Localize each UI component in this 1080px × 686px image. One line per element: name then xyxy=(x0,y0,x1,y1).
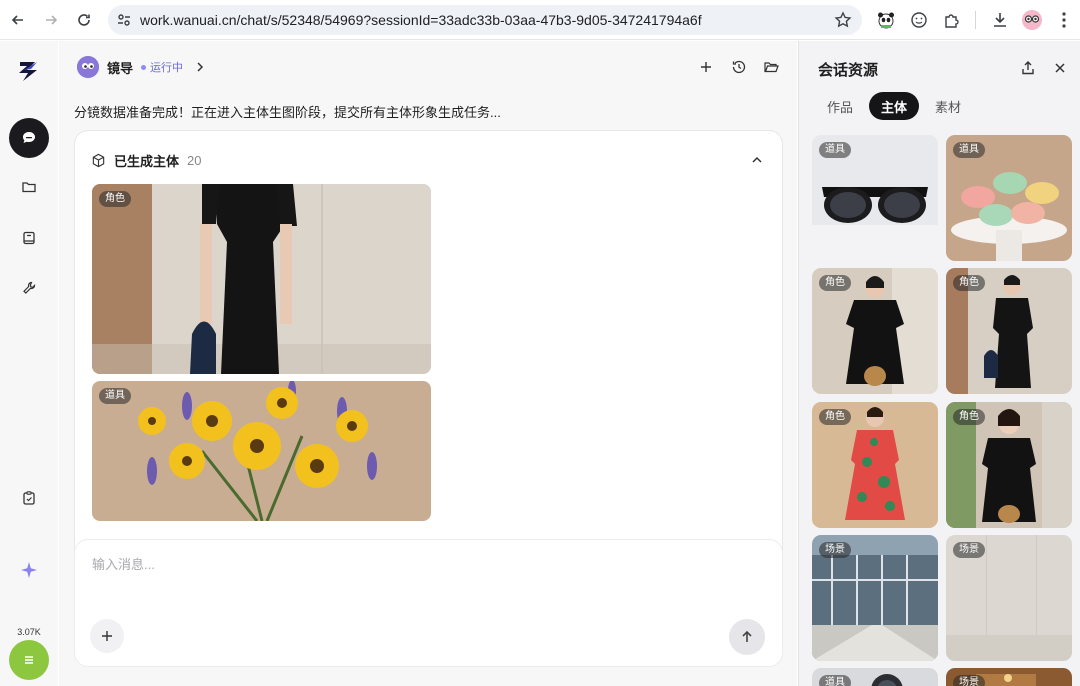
thumb-tag: 道具 xyxy=(819,675,851,686)
session-resources-panel: 会话资源 作品 主体 素材 道具 道具 角色 角色 角色 角色 场景 场景 道具… xyxy=(798,41,1080,686)
tab-subjects[interactable]: 主体 xyxy=(869,92,920,120)
agent-status: 运行中 xyxy=(150,62,184,74)
chat-nav-button[interactable] xyxy=(9,118,49,158)
panel-title: 会话资源 xyxy=(818,62,879,79)
subject-thumb-character[interactable]: 角色 xyxy=(92,184,431,374)
attach-button[interactable] xyxy=(90,619,124,653)
back-arrow-icon[interactable] xyxy=(6,8,30,32)
app-logo-icon[interactable] xyxy=(15,57,43,85)
extensions-puzzle-icon[interactable] xyxy=(941,9,963,31)
resource-tabs: 作品 主体 素材 xyxy=(815,92,977,120)
cube-icon xyxy=(92,153,105,167)
resource-item[interactable]: 道具 xyxy=(812,668,938,686)
thumb-tag: 道具 xyxy=(819,142,851,158)
resource-item[interactable]: 场景 xyxy=(946,535,1072,661)
left-nav-rail: 3.07K xyxy=(0,41,58,686)
thumb-tag: 道具 xyxy=(953,142,985,158)
reload-icon[interactable] xyxy=(72,8,96,32)
arrow-up-icon xyxy=(742,630,752,642)
tasks-nav-button[interactable] xyxy=(9,478,49,518)
tab-materials[interactable]: 素材 xyxy=(923,92,973,120)
agent-header[interactable]: 镜导 运行中 xyxy=(77,55,207,79)
agent-message: 分镜数据准备完成！正在进入主体生图阶段，提交所有主体形象生成任务... xyxy=(74,105,501,120)
black-dress-image xyxy=(92,184,431,374)
plus-icon xyxy=(102,631,112,641)
folder-open-icon[interactable] xyxy=(761,57,781,77)
resource-item[interactable]: 场景 xyxy=(812,535,938,661)
status-dot xyxy=(141,64,147,70)
address-bar[interactable]: work.wanuai.cn/chat/s/52348/54969?sessio… xyxy=(108,5,862,35)
thumb-tag: 场景 xyxy=(819,542,851,558)
tools-nav-button[interactable] xyxy=(9,268,49,308)
card-count: 20 xyxy=(187,152,202,168)
thumb-tag: 角色 xyxy=(953,275,985,291)
thumb-tag: 场景 xyxy=(953,675,985,686)
chat-bubble-icon xyxy=(23,132,35,143)
resource-item[interactable]: 角色 xyxy=(946,268,1072,394)
more-vertical-icon[interactable] xyxy=(1053,9,1075,31)
tab-works[interactable]: 作品 xyxy=(815,92,865,120)
folder-icon xyxy=(22,182,36,193)
export-icon[interactable] xyxy=(1018,58,1038,78)
message-composer xyxy=(74,539,783,667)
card-header[interactable]: 已生成主体 20 xyxy=(91,151,201,169)
thumb-tag: 道具 xyxy=(99,388,131,404)
download-icon[interactable] xyxy=(989,9,1011,31)
message-input[interactable] xyxy=(92,554,752,574)
menu-button[interactable] xyxy=(9,640,49,680)
resource-item[interactable]: 角色 xyxy=(812,268,938,394)
chevron-right-icon[interactable] xyxy=(193,60,207,74)
wrench-icon xyxy=(23,281,36,294)
card-title: 已生成主体 xyxy=(114,153,180,169)
thumb-tag: 角色 xyxy=(953,409,985,425)
library-nav-button[interactable] xyxy=(9,218,49,258)
book-icon xyxy=(23,231,35,245)
thumb-tag: 角色 xyxy=(819,275,851,291)
profile-avatar-icon[interactable] xyxy=(1021,9,1043,31)
toolbar-divider xyxy=(975,11,976,29)
history-icon[interactable] xyxy=(729,57,749,77)
resource-item[interactable]: 场景 xyxy=(946,668,1072,686)
agent-name: 镜导 xyxy=(107,60,134,76)
send-button[interactable] xyxy=(729,619,765,655)
generated-subjects-card: 已生成主体 20 角色 道具 xyxy=(74,130,783,570)
sparkle-icon[interactable] xyxy=(19,560,39,580)
resource-item[interactable]: 角色 xyxy=(812,402,938,528)
thumb-tag: 角色 xyxy=(99,191,131,207)
thumb-tag: 场景 xyxy=(953,542,985,558)
new-chat-plus-icon[interactable] xyxy=(696,57,716,77)
forward-arrow-icon[interactable] xyxy=(39,8,63,32)
resource-item[interactable]: 道具 xyxy=(812,135,938,261)
site-settings-icon[interactable] xyxy=(116,12,132,28)
resource-item[interactable]: 角色 xyxy=(946,402,1072,528)
resource-item[interactable]: 道具 xyxy=(946,135,1072,261)
chat-main: 镜导 运行中 分镜数据准备完成！正在进入主体生图阶段，提交所有主体形象生成任务.… xyxy=(59,41,797,686)
folder-nav-button[interactable] xyxy=(9,167,49,207)
close-icon[interactable] xyxy=(1050,58,1070,78)
subject-thumb-prop[interactable]: 道具 xyxy=(92,381,431,521)
browser-toolbar: work.wanuai.cn/chat/s/52348/54969?sessio… xyxy=(0,0,1080,40)
menu-lines-icon xyxy=(25,656,33,664)
gear-smile-extension-icon[interactable] xyxy=(908,9,930,31)
credits-count: 3.07K xyxy=(17,627,41,637)
chevron-up-icon[interactable] xyxy=(748,151,766,169)
thumb-tag: 角色 xyxy=(819,409,851,425)
clipboard-check-icon xyxy=(23,491,35,505)
bookmark-star-icon[interactable] xyxy=(834,11,852,29)
panda-extension-icon[interactable] xyxy=(875,9,897,31)
flower-bouquet-image xyxy=(92,381,431,521)
agent-avatar xyxy=(77,56,99,78)
url-text[interactable]: work.wanuai.cn/chat/s/52348/54969?sessio… xyxy=(140,12,702,28)
